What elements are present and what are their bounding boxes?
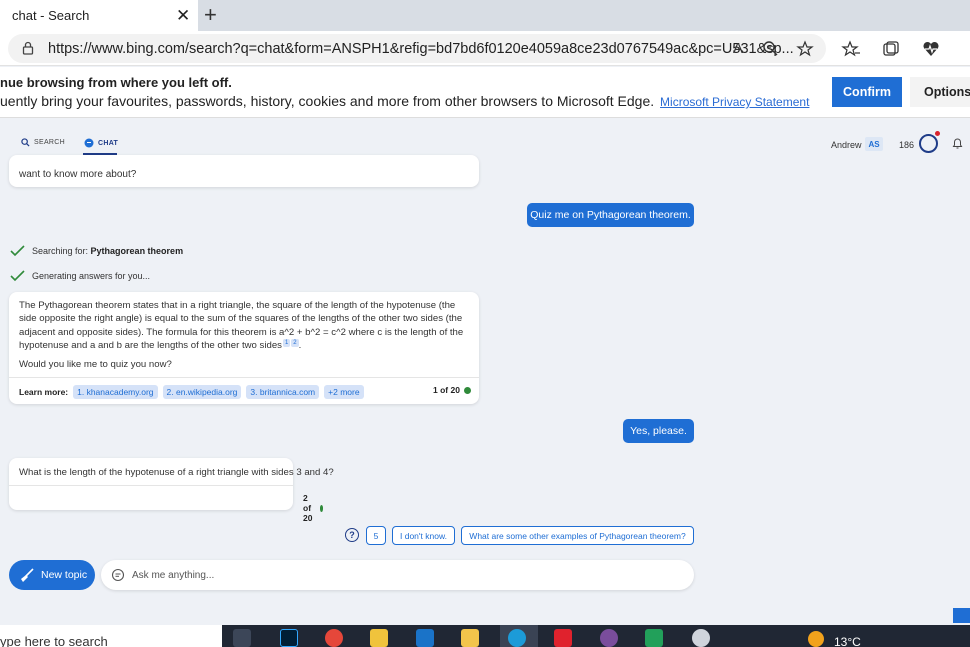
chat-input-container — [101, 560, 694, 590]
user-message: Quiz me on Pythagorean theorem. — [527, 203, 694, 227]
import-banner: nue browsing from where you left off. ue… — [0, 67, 970, 118]
status-search-label: Searching for: — [32, 246, 89, 256]
favourites-icon[interactable] — [841, 39, 861, 59]
citation-1[interactable]: 1 — [282, 338, 291, 347]
photoshop-icon[interactable] — [280, 629, 298, 647]
answer-text: The Pythagorean theorem states that in a… — [19, 300, 464, 352]
banner-title: nue browsing from where you left off. — [0, 75, 232, 90]
tab-search-label: SEARCH — [34, 139, 65, 146]
bot-answer: The Pythagorean theorem states that in a… — [9, 292, 479, 404]
rewards-points[interactable]: 186 — [899, 140, 914, 150]
question-counter: 2 of 20 — [303, 493, 324, 523]
banner-text: uently bring your favourites, passwords,… — [0, 93, 809, 109]
answer-counter: 1 of 20 — [433, 385, 471, 395]
add-favourite-icon[interactable] — [795, 39, 815, 59]
close-tab-icon[interactable]: ✕ — [176, 6, 190, 26]
tab-title: chat - Search — [12, 8, 90, 23]
status-generating: Generating answers for you... — [10, 270, 150, 282]
taskbar: ype here to search 13°C — [0, 625, 970, 647]
divider — [9, 485, 293, 486]
slack-icon[interactable] — [600, 629, 618, 647]
answer-followup: Would you like me to quiz you now? — [19, 359, 172, 370]
status-searching: Searching for: Pythagorean theorem — [10, 245, 183, 257]
banner-message: uently bring your favourites, passwords,… — [0, 93, 655, 109]
read-aloud-icon[interactable]: A — [728, 39, 748, 59]
source-link-1[interactable]: 1. khanacademy.org — [73, 385, 158, 399]
settings-gear-icon[interactable] — [692, 629, 710, 647]
more-sources-link[interactable]: +2 more — [324, 385, 364, 399]
suggestion-chip[interactable]: I don't know. — [392, 526, 455, 545]
answer-body: The Pythagorean theorem states that in a… — [19, 300, 464, 352]
task-view-icon[interactable] — [233, 629, 251, 647]
previous-message-text: want to know more about? — [19, 169, 137, 180]
zoom-icon[interactable] — [761, 39, 781, 59]
chat-icon — [84, 138, 94, 148]
weather-icon[interactable] — [808, 631, 824, 647]
chat-bubble-icon — [111, 568, 125, 582]
new-tab-icon[interactable]: + — [204, 2, 217, 28]
user-name[interactable]: Andrew — [831, 140, 862, 150]
lock-icon — [22, 41, 34, 55]
collections-icon[interactable] — [881, 39, 901, 59]
source-link-3[interactable]: 3. britannica.com — [246, 385, 320, 399]
url-text: https://www.bing.com/search?q=chat&form=… — [48, 40, 794, 57]
question-text: What is the length of the hypotenuse of … — [19, 467, 334, 478]
divider — [9, 377, 479, 378]
bell-icon[interactable] — [952, 138, 963, 149]
learn-more-label: Learn more: — [19, 387, 69, 397]
taskbar-search-text: ype here to search — [0, 634, 108, 647]
previous-bot-message: want to know more about? — [9, 155, 479, 187]
broom-icon — [21, 568, 34, 582]
confirm-button[interactable]: Confirm — [832, 77, 902, 107]
chat-input[interactable] — [132, 569, 672, 581]
browser-health-icon[interactable] — [921, 39, 941, 59]
mail-icon[interactable] — [416, 629, 434, 647]
status-dot — [320, 504, 324, 512]
new-topic-button[interactable]: New topic — [9, 560, 95, 590]
help-icon[interactable]: ? — [345, 528, 359, 542]
edge-icon[interactable] — [508, 629, 526, 647]
tab-chat[interactable]: CHAT — [84, 138, 118, 148]
file-explorer-icon[interactable] — [461, 629, 479, 647]
navigation-bar: https://www.bing.com/search?q=chat&form=… — [0, 31, 970, 66]
bot-question: What is the length of the hypotenuse of … — [9, 458, 334, 523]
browser-tab[interactable]: chat - Search — [0, 0, 198, 31]
tab-bar: chat - Search ✕ + — [0, 0, 970, 31]
tab-search[interactable]: SEARCH — [21, 138, 65, 147]
suggestion-chip[interactable]: What are some other examples of Pythagor… — [461, 526, 694, 545]
address-bar[interactable]: https://www.bing.com/search?q=chat&form=… — [8, 34, 826, 63]
taskbar-search[interactable]: ype here to search — [0, 625, 222, 647]
check-icon — [10, 245, 25, 257]
notification-dot — [935, 131, 940, 136]
status-search-term: Pythagorean theorem — [90, 246, 184, 256]
drive-icon[interactable] — [645, 629, 663, 647]
citation-2[interactable]: 2 — [291, 338, 299, 347]
options-button[interactable]: Options — [910, 77, 970, 107]
temperature[interactable]: 13°C — [834, 635, 861, 647]
chrome-icon[interactable] — [325, 629, 343, 647]
search-icon — [21, 138, 30, 147]
rewards-icon[interactable] — [919, 134, 938, 153]
suggestion-chip[interactable]: 5 — [366, 526, 386, 545]
avatar[interactable]: AS — [865, 137, 883, 151]
tab-chat-label: CHAT — [98, 139, 119, 147]
app-icon[interactable] — [554, 629, 572, 647]
source-link-2[interactable]: 2. en.wikipedia.org — [162, 385, 242, 399]
feedback-icon[interactable] — [953, 608, 970, 623]
status-dot — [463, 386, 471, 394]
answer-counter-text: 1 of 20 — [433, 385, 460, 395]
question-counter-text: 2 of 20 — [303, 493, 313, 523]
check-icon — [10, 270, 25, 282]
status-generating-text: Generating answers for you... — [32, 271, 151, 281]
privacy-statement-link[interactable]: Microsoft Privacy Statement — [660, 95, 809, 109]
learn-more: Learn more: 1. khanacademy.org 2. en.wik… — [19, 385, 364, 399]
user-message: Yes, please. — [623, 419, 694, 443]
new-topic-label: New topic — [41, 569, 88, 581]
store-icon[interactable] — [370, 629, 388, 647]
